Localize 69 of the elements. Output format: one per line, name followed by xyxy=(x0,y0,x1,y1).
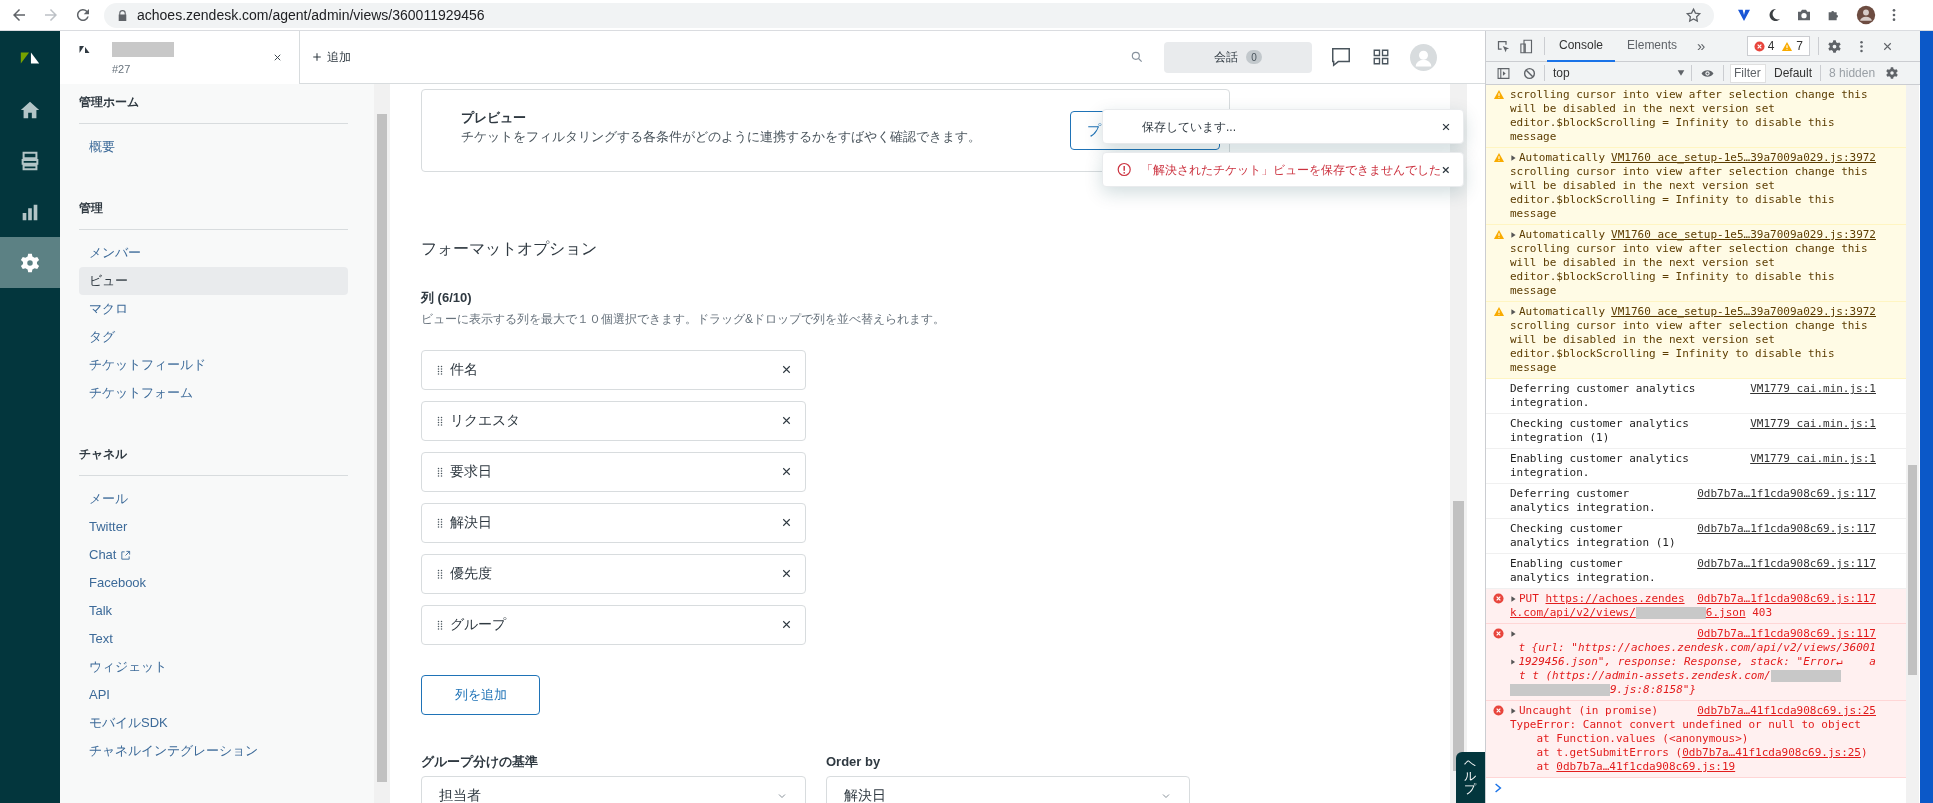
console-text: integration. xyxy=(1510,466,1590,480)
section-title: フォーマットオプション xyxy=(421,239,598,259)
console-text: analytics integration. xyxy=(1510,571,1656,585)
field-hint: ビューに表示する列を最大で１０個選択できます。ドラッグ&ドロップで列を並べ替えられます。 xyxy=(421,310,946,328)
console-text: 403 xyxy=(1751,606,1773,620)
console-text: t t (https://admin-assets.zendesk.com/ xyxy=(1519,669,1771,683)
console-text: t {url: "https://achoes.zendesk.com/api/v2/views/36001 xyxy=(1518,641,1876,655)
console-text: ) xyxy=(1861,746,1868,760)
console-text: 1929456.json", response: Response, stack: "Error↵ a xyxy=(1518,655,1876,669)
column-name: グループ xyxy=(450,615,508,634)
console-text: at xyxy=(1535,760,1551,774)
section-heading: 管理 xyxy=(79,200,104,217)
ticket-number: #27 xyxy=(112,61,131,77)
field-label: グループ分けの基準 xyxy=(421,752,539,768)
console-text: will be disabled in the next version set xyxy=(1510,256,1775,270)
console-text: Automatically xyxy=(1519,305,1606,319)
card-title: プレビュー xyxy=(461,109,526,127)
console-text: message xyxy=(1510,284,1557,298)
count-badge: 0 xyxy=(1246,50,1262,64)
console-text: analytics integration. xyxy=(1510,501,1656,515)
column-name: リクエスタ xyxy=(450,411,521,430)
column-name: 優先度 xyxy=(450,564,493,583)
console-text: scrolling cursor into view after selection change this xyxy=(1510,88,1868,102)
console-text: will be disabled in the next version set xyxy=(1510,333,1775,347)
hidden-count: 8 hidden xyxy=(1828,65,1877,82)
console-text: message xyxy=(1510,361,1557,375)
field-label: Order by xyxy=(826,752,882,768)
section-heading: 管理ホーム xyxy=(79,94,140,111)
card-description: チケットをフィルタリングする各条件がどのように連携するかをすばやく確認できます。 xyxy=(461,128,981,146)
console-text: Uncaught (in promise) xyxy=(1519,704,1659,718)
console-text: integration (1) xyxy=(1510,431,1610,445)
console-text: Automatically xyxy=(1519,151,1606,165)
console-text: message xyxy=(1510,130,1557,144)
console-text: at Function.values (<anonymous>) xyxy=(1535,732,1749,746)
select-value: 解決日 xyxy=(844,786,887,803)
console-text: TypeError: Cannot convert undefined or null to object xyxy=(1510,718,1861,732)
console-text: Enabling customer analytics xyxy=(1510,452,1689,466)
console-text: editor.$blockScrolling = Infinity to disable this xyxy=(1510,116,1835,130)
url-text: achoes.zendesk.com/agent/admin/views/360011929456 xyxy=(137,5,485,25)
select-value: 担当者 xyxy=(439,786,482,803)
warning-count: 7 xyxy=(1796,38,1803,55)
console-text: Deferring customer xyxy=(1510,487,1630,501)
console-text: Deferring customer analytics xyxy=(1510,382,1696,396)
console-text: editor.$blockScrolling = Infinity to disable this xyxy=(1510,270,1835,284)
console-text: will be disabled in the next version set xyxy=(1510,179,1775,193)
console-text: at t.getSubmitErrors ( xyxy=(1535,746,1683,760)
console-text: editor.$blockScrolling = Infinity to disable this xyxy=(1510,193,1835,207)
console-text: integration. xyxy=(1510,396,1590,410)
console-text: editor.$blockScrolling = Infinity to disable this xyxy=(1510,347,1835,361)
column-name: 要求日 xyxy=(450,462,493,481)
section-heading: チャネル xyxy=(79,446,128,463)
console-text: Checking customer analytics xyxy=(1510,417,1689,431)
console-text: scrolling cursor into view after selection change this xyxy=(1510,242,1868,256)
error-count: 4 xyxy=(1767,38,1775,55)
console-text: Enabling customer xyxy=(1510,557,1623,571)
console-text: scrolling cursor into view after selection change this xyxy=(1510,319,1868,333)
field-label: 列 (6/10) xyxy=(421,289,473,307)
console-text: will be disabled in the next version set xyxy=(1510,102,1775,116)
console-text: 9.js:8:8158"} xyxy=(1610,683,1697,697)
toast-message: 「解決されたチケット」ビューを保存できませんでした xyxy=(1141,161,1442,179)
console-text: Automatically xyxy=(1519,228,1606,242)
console-text: scrolling cursor into view after selection change this xyxy=(1510,165,1868,179)
toast-message: 保存しています... xyxy=(1142,118,1237,136)
console-text: analytics integration (1) xyxy=(1510,536,1676,550)
column-name: 件名 xyxy=(450,360,479,379)
console-text: PUT xyxy=(1519,592,1540,606)
console-text: message xyxy=(1510,207,1557,221)
console-text: Checking customer xyxy=(1510,522,1623,536)
column-name: 解決日 xyxy=(450,513,493,532)
